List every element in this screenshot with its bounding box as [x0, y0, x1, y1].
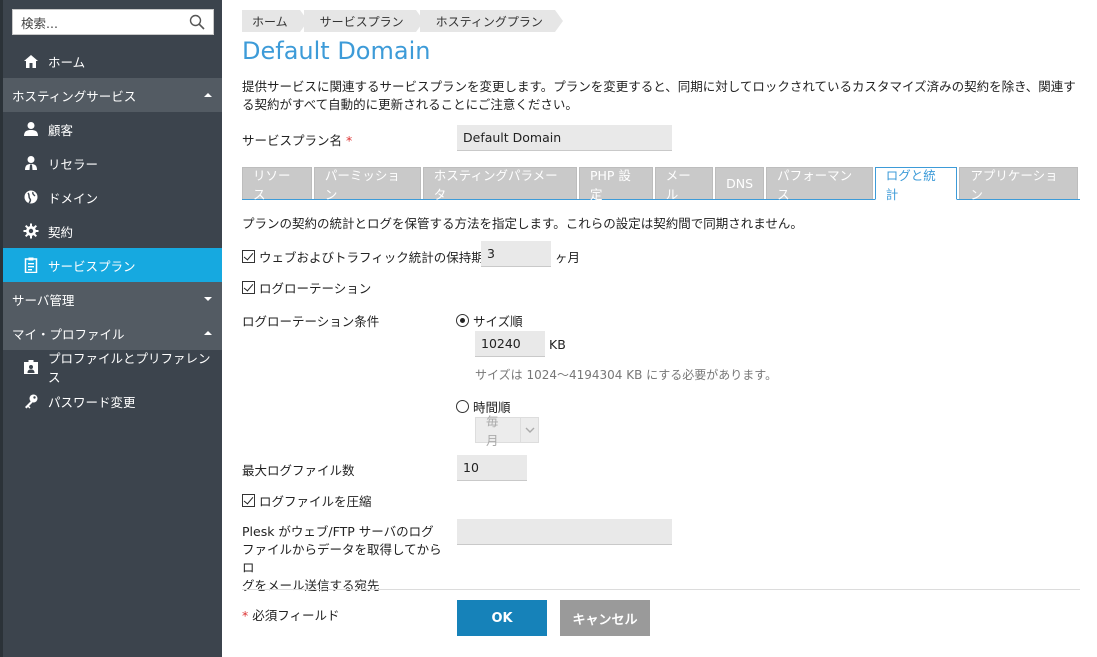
key-icon: [23, 393, 39, 409]
search-icon[interactable]: [189, 14, 205, 30]
size-unit: KB: [549, 337, 566, 352]
log-rotation-checkbox[interactable]: [242, 281, 255, 294]
by-size-radio-row: サイズ順: [456, 311, 523, 330]
search-placeholder: 検索...: [21, 15, 58, 31]
log-rotation-checkbox-row: ログローテーション: [242, 278, 371, 297]
sidebar-item-label: サービスプラン: [48, 258, 136, 274]
tab-hosting-parameters[interactable]: ホスティングパラメータ: [422, 167, 577, 202]
retention-input[interactable]: 3: [481, 241, 551, 267]
breadcrumb-service-plans[interactable]: サービスプラン: [303, 10, 424, 32]
main-content: ホーム サービスプラン ホスティングプラン Default Domain 提供サ…: [242, 0, 1080, 657]
sidebar-item-label: パスワード変更: [48, 394, 136, 410]
compress-label: ログファイルを圧縮: [259, 494, 372, 509]
retention-label: ウェブおよびトラフィック統計の保持期間: [259, 250, 497, 265]
tab-performance[interactable]: パフォーマンス: [766, 167, 873, 202]
tab-resources[interactable]: リソース: [242, 167, 312, 202]
sidebar-nav: ホーム ホスティングサービス 顧客 リセラー ドメイン 契約 サービスプラン サ…: [3, 44, 222, 418]
chevron-down-icon: [520, 418, 538, 442]
required-note-text: 必須フィールド: [252, 608, 340, 623]
tab-applications[interactable]: アプリケーション: [959, 167, 1079, 202]
sidebar-group-label: ホスティングサービス: [12, 88, 137, 104]
sidebar-item-resellers[interactable]: リセラー: [3, 146, 222, 180]
plan-name-field[interactable]: Default Domain: [457, 125, 672, 151]
page-title: Default Domain: [242, 37, 431, 65]
sidebar-item-customers[interactable]: 顧客: [3, 112, 222, 146]
sidebar-group-profile[interactable]: マイ・プロファイル: [3, 316, 222, 350]
sidebar-item-password[interactable]: パスワード変更: [3, 384, 222, 418]
sidebar-item-label: リセラー: [48, 156, 99, 172]
tab-permissions[interactable]: パーミッション: [313, 167, 421, 202]
email-recipient-label: Plesk がウェブ/FTP サーバのログ ファイルからデータを取得してからロ …: [242, 523, 447, 595]
sidebar-group-hosting[interactable]: ホスティングサービス: [3, 78, 222, 112]
breadcrumb: ホーム サービスプラン ホスティングプラン: [242, 10, 564, 32]
ok-button[interactable]: OK: [457, 600, 547, 636]
retention-checkbox-row: ウェブおよびトラフィック統計の保持期間: [242, 247, 496, 266]
by-size-label: サイズ順: [473, 314, 523, 329]
sidebar-group-server[interactable]: サーバ管理: [3, 282, 222, 316]
by-size-radio[interactable]: [456, 314, 469, 327]
user-icon: [23, 121, 39, 137]
breadcrumb-home[interactable]: ホーム: [242, 10, 308, 32]
cancel-button[interactable]: キャンセル: [560, 600, 650, 636]
retention-unit: ヶ月: [555, 250, 581, 265]
by-time-radio[interactable]: [456, 400, 469, 413]
compress-checkbox-row: ログファイルを圧縮: [242, 491, 372, 510]
sidebar-item-service-plans[interactable]: サービスプラン: [3, 248, 222, 282]
tab-logs-statistics[interactable]: ログと統計: [874, 167, 958, 202]
chevron-up-icon: [204, 331, 212, 335]
tab-bar: リソース パーミッション ホスティングパラメータ PHP 設定 メール DNS …: [242, 167, 1080, 202]
gear-icon: [23, 223, 39, 239]
email-recipient-label-line: Plesk がウェブ/FTP サーバのログ: [242, 524, 434, 539]
sidebar: 検索... ホーム ホスティングサービス 顧客 リセラー ドメイン 契約 サービ…: [0, 0, 222, 657]
log-rotation-label: ログローテーション: [259, 281, 372, 296]
required-mark: *: [242, 608, 249, 623]
time-period-value: 毎月: [486, 414, 499, 448]
sidebar-item-label: プロファイルとプリファレンス: [48, 351, 211, 385]
page-description: 提供サービスに関連するサービスプランを変更します。プランを変更すると、同期に対し…: [242, 79, 1076, 112]
sidebar-item-subscriptions[interactable]: 契約: [3, 214, 222, 248]
retention-checkbox[interactable]: [242, 250, 255, 263]
plan-name-label: サービスプラン名 *: [242, 130, 352, 149]
size-input[interactable]: 10240: [475, 331, 545, 357]
clipboard-icon: [23, 257, 39, 273]
email-recipient-label-line: グをメール送信する宛先: [242, 578, 380, 593]
compress-checkbox[interactable]: [242, 494, 255, 507]
sidebar-item-label: 契約: [48, 224, 74, 240]
breadcrumb-hosting-plans[interactable]: ホスティングプラン: [419, 10, 564, 32]
sidebar-item-home[interactable]: ホーム: [3, 44, 222, 78]
section-intro: プランの契約の統計とログを保管する方法を指定します。これらの設定は契約間で同期さ…: [242, 216, 803, 231]
home-icon: [23, 53, 39, 69]
rotation-condition-label: ログローテーション条件: [242, 314, 380, 329]
required-mark: *: [346, 133, 353, 148]
max-log-files-label: 最大ログファイル数: [242, 463, 355, 478]
profile-card-icon: [23, 359, 39, 375]
time-period-select[interactable]: 毎月: [475, 414, 539, 448]
sidebar-item-domains[interactable]: ドメイン: [3, 180, 222, 214]
sidebar-item-label: ドメイン: [48, 190, 99, 206]
reseller-icon: [23, 155, 39, 171]
tab-php-settings[interactable]: PHP 設定: [578, 167, 653, 202]
tab-dns[interactable]: DNS: [715, 167, 765, 199]
search-input[interactable]: 検索...: [12, 9, 214, 35]
size-hint: サイズは 1024～4194304 KB にする必要があります。: [475, 368, 778, 382]
tab-mail[interactable]: メール: [654, 167, 714, 202]
email-recipient-input[interactable]: [457, 519, 672, 545]
globe-icon: [23, 189, 39, 205]
sidebar-group-label: マイ・プロファイル: [12, 326, 125, 342]
chevron-down-icon: [204, 297, 212, 301]
sidebar-item-preferences[interactable]: プロファイルとプリファレンス: [3, 350, 222, 385]
max-log-files-input[interactable]: 10: [457, 455, 527, 481]
divider: [242, 589, 1080, 590]
sidebar-item-label: ホーム: [48, 54, 86, 70]
plan-name-label-text: サービスプラン名: [242, 133, 343, 148]
required-note: * 必須フィールド: [242, 605, 340, 624]
sidebar-group-label: サーバ管理: [12, 292, 75, 308]
email-recipient-label-line: ファイルからデータを取得してからロ: [242, 542, 442, 575]
chevron-up-icon: [204, 93, 212, 97]
sidebar-item-label: 顧客: [48, 122, 74, 138]
